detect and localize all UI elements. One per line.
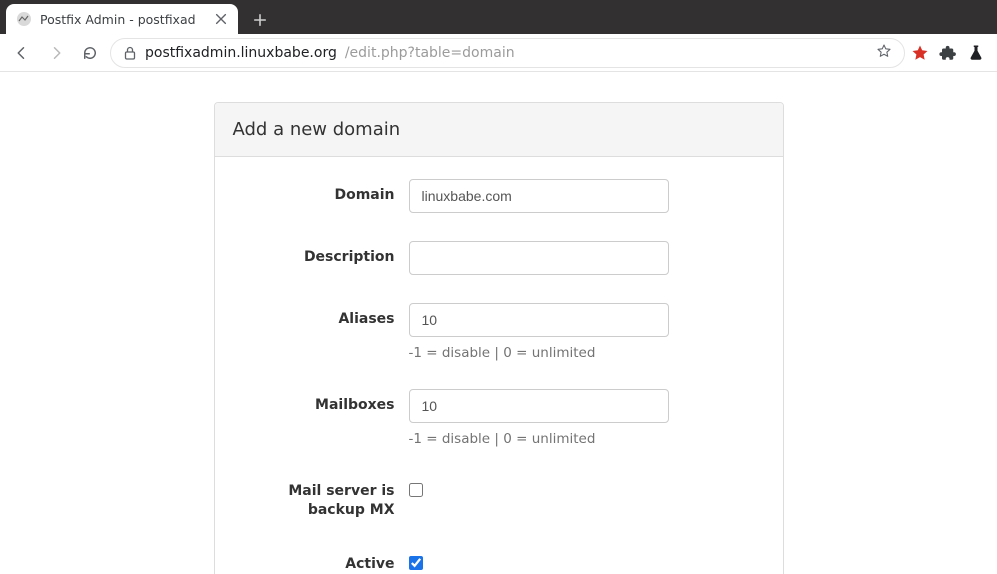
- url-host: postfixadmin.linuxbabe.org: [145, 45, 337, 61]
- row-mailboxes: Mailboxes -1 = disable | 0 = unlimited: [239, 389, 759, 447]
- browser-tab[interactable]: Postfix Admin - postfixad: [6, 4, 238, 34]
- label-domain: Domain: [239, 179, 409, 205]
- aliases-help-text: -1 = disable | 0 = unlimited: [409, 345, 759, 361]
- bookmark-star-icon[interactable]: [876, 43, 892, 63]
- tab-title: Postfix Admin - postfixad: [40, 12, 206, 27]
- panel-title: Add a new domain: [215, 103, 783, 157]
- label-aliases: Aliases: [239, 303, 409, 329]
- add-domain-panel: Add a new domain Domain Description Alia…: [214, 102, 784, 574]
- domain-input[interactable]: [409, 179, 669, 213]
- address-bar[interactable]: postfixadmin.linuxbabe.org/edit.php?tabl…: [110, 38, 905, 68]
- back-button[interactable]: [8, 39, 36, 67]
- label-description: Description: [239, 241, 409, 267]
- reload-button[interactable]: [76, 39, 104, 67]
- label-active: Active: [239, 548, 409, 574]
- forward-button[interactable]: [42, 39, 70, 67]
- row-domain: Domain: [239, 179, 759, 213]
- label-mailboxes: Mailboxes: [239, 389, 409, 415]
- url-path: /edit.php?table=domain: [345, 45, 515, 61]
- extensions-icon[interactable]: [939, 44, 957, 62]
- panel-body: Domain Description Aliases -1 = disable …: [215, 157, 783, 574]
- flask-icon[interactable]: [967, 44, 985, 62]
- row-active: Active: [239, 548, 759, 574]
- new-tab-button[interactable]: [246, 6, 274, 34]
- row-backupmx: Mail server is backup MX: [239, 475, 759, 520]
- description-input[interactable]: [409, 241, 669, 275]
- close-icon[interactable]: [214, 12, 228, 26]
- red-star-icon[interactable]: [911, 44, 929, 62]
- browser-tabstrip: Postfix Admin - postfixad: [0, 0, 997, 34]
- page-viewport: Add a new domain Domain Description Alia…: [0, 72, 997, 574]
- lock-icon: [123, 46, 137, 60]
- active-checkbox[interactable]: [409, 556, 423, 570]
- aliases-input[interactable]: [409, 303, 669, 337]
- backupmx-checkbox[interactable]: [409, 483, 423, 497]
- toolbar-right: [911, 44, 989, 62]
- row-description: Description: [239, 241, 759, 275]
- browser-toolbar: postfixadmin.linuxbabe.org/edit.php?tabl…: [0, 34, 997, 72]
- mailboxes-input[interactable]: [409, 389, 669, 423]
- favicon-icon: [16, 11, 32, 27]
- label-backupmx: Mail server is backup MX: [239, 475, 409, 520]
- row-aliases: Aliases -1 = disable | 0 = unlimited: [239, 303, 759, 361]
- mailboxes-help-text: -1 = disable | 0 = unlimited: [409, 431, 759, 447]
